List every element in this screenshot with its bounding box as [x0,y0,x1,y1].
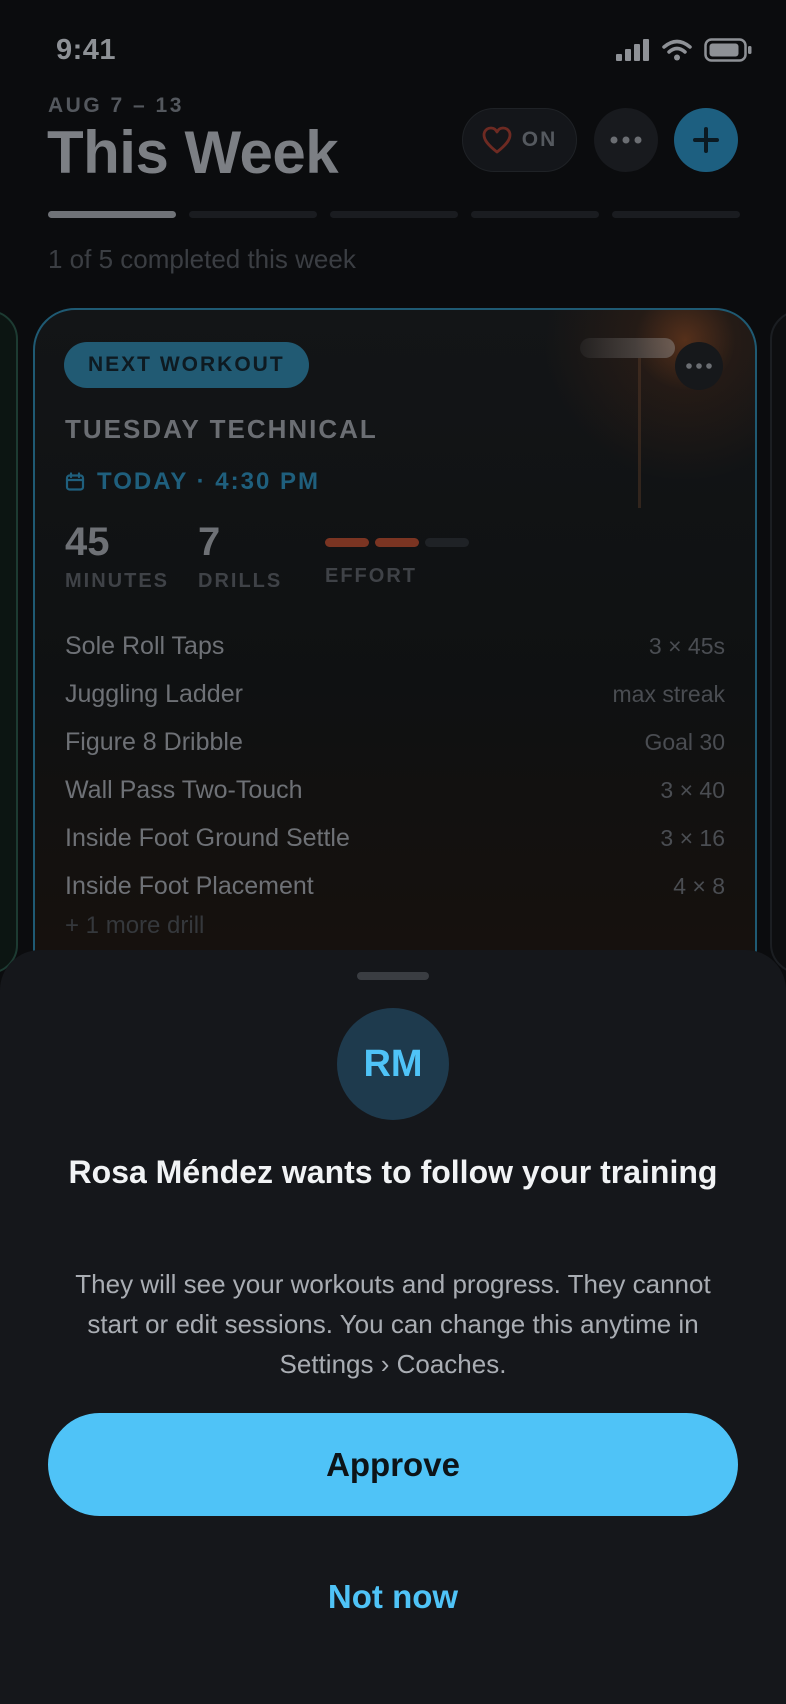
workout-title: TUESDAY TECHNICAL [65,414,378,444]
page-title: This Week [47,119,339,186]
ellipsis-icon [686,363,712,369]
floodlight-pole-image [638,358,641,508]
battery-icon [704,38,752,62]
week-progress-segment [612,211,740,218]
drill-name: Inside Foot Ground Settle [65,823,350,852]
previous-workout-card[interactable] [0,310,18,974]
drill-target: 3 × 45s [648,632,725,659]
drill-name: Sole Roll Taps [65,631,225,660]
week-progress-segment [189,211,317,218]
drill-name: Wall Pass Two-Touch [65,775,303,804]
sheet-grabber-handle[interactable] [357,972,429,980]
drill-target: 3 × 16 [660,824,725,851]
wifi-icon [662,39,692,61]
next-workout-card-main[interactable]: NEXT WORKOUT TUESDAY TECHNICAL TODAY · 4… [33,308,757,992]
drill-name: Inside Foot Placement [65,871,314,900]
drill-name: Figure 8 Dribble [65,727,243,756]
next-workout-card[interactable] [770,310,786,974]
follow-request-sheet: RM Rosa Méndez wants to follow your trai… [0,950,786,1704]
stadium-floodlight-image [580,338,675,358]
effort-bar-segment [325,538,369,547]
status-time: 9:41 [56,33,117,66]
favorite-toggle-button[interactable]: ON [462,108,577,172]
more-drills-link[interactable]: + 1 more drill [65,912,204,940]
effort-label: EFFORT [325,565,417,587]
workout-schedule: TODAY · 4:30 PM [65,468,320,496]
favorite-toggle-label: ON [521,128,558,151]
card-more-options-button[interactable] [675,342,723,390]
effort-meter [325,538,469,547]
not-now-button[interactable]: Not now [243,1562,543,1632]
more-options-button[interactable] [594,108,658,172]
drill-row: Sole Roll Taps 3 × 45s [65,622,725,670]
drills-stat: 7 DRILLS [198,520,282,593]
app-screen: 9:41 AUG 7 – 13 This Week ON 1 of 5 comp… [0,0,786,1704]
heart-icon [482,126,512,154]
effort-stat: EFFORT [325,538,469,588]
week-progress-segment [471,211,599,218]
week-progress-segment [330,211,458,218]
drills-value: 7 [198,520,221,564]
minutes-value: 45 [65,520,110,564]
drill-row: Inside Foot Placement 4 × 8 [65,862,725,910]
drill-target: 3 × 40 [660,776,725,803]
next-workout-badge: NEXT WORKOUT [64,342,309,388]
drill-row: Wall Pass Two-Touch 3 × 40 [65,766,725,814]
sheet-title: Rosa Méndez wants to follow your trainin… [68,1154,718,1190]
cellular-signal-icon [616,39,649,61]
minutes-label: MINUTES [65,570,169,592]
week-progress-text: 1 of 5 completed this week [48,244,356,274]
status-bar: 9:41 [56,28,752,72]
drill-name: Juggling Ladder [65,679,243,708]
avatar: RM [337,1008,449,1120]
approve-button[interactable]: Approve [48,1413,738,1516]
drill-row: Inside Foot Ground Settle 3 × 16 [65,814,725,862]
drill-row: Figure 8 Dribble Goal 30 [65,718,725,766]
status-icons [616,38,752,62]
drill-target: 4 × 8 [673,872,725,899]
minutes-stat: 45 MINUTES [65,520,169,593]
sheet-description: They will see your workouts and progress… [75,1269,711,1379]
workout-schedule-text: TODAY · 4:30 PM [97,468,320,495]
drill-row: Juggling Ladder max streak [65,670,725,718]
effort-bar-segment [375,538,419,547]
plus-icon [693,127,719,153]
drill-target: Goal 30 [644,728,725,755]
week-progress-segment [48,211,176,218]
effort-bar-segment [425,538,469,547]
drill-target: max streak [612,680,725,707]
drills-label: DRILLS [198,570,283,592]
week-progress-bar [48,211,740,218]
week-range: AUG 7 – 13 [48,94,184,117]
drill-list: Sole Roll Taps 3 × 45s Juggling Ladder max … [65,622,725,910]
ellipsis-icon [610,136,642,144]
calendar-icon [65,472,85,491]
add-workout-button[interactable] [674,108,738,172]
